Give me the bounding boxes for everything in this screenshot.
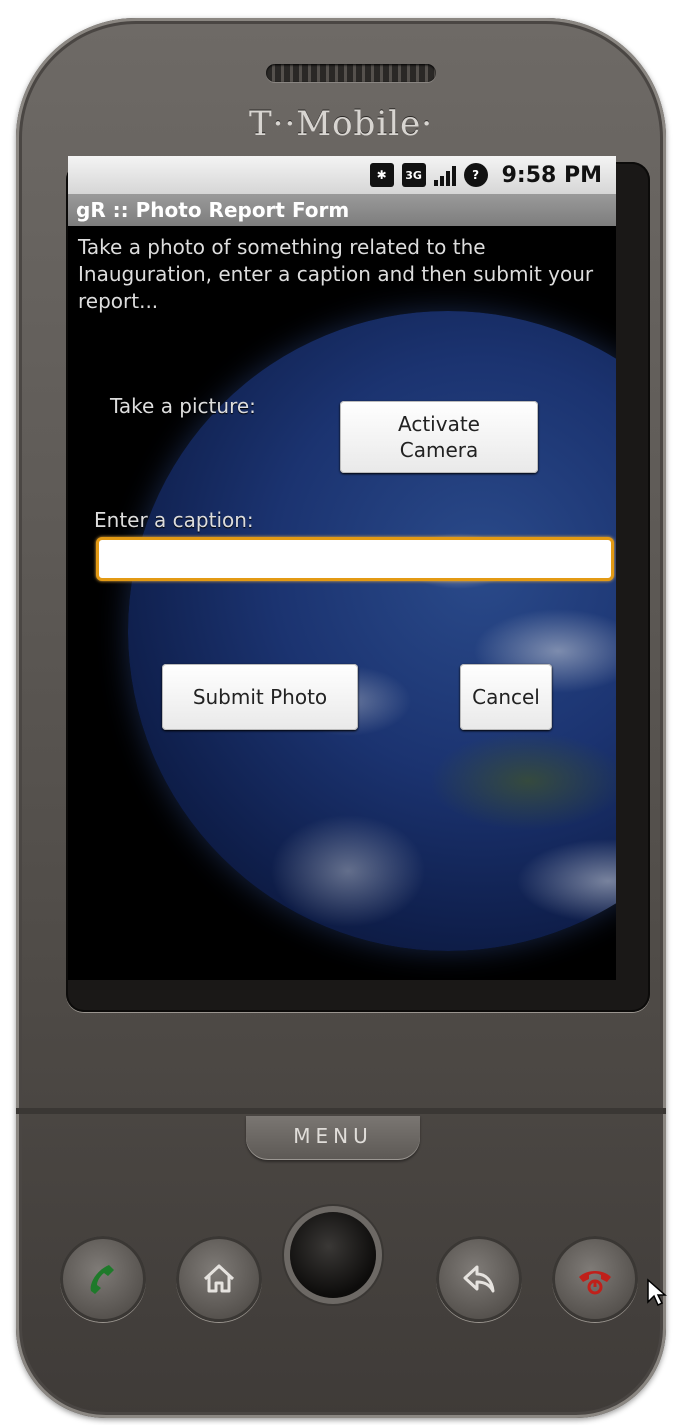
submit-photo-button[interactable]: Submit Photo — [162, 664, 358, 730]
status-clock: 9:58 PM — [501, 162, 602, 188]
menu-button[interactable]: MENU — [246, 1116, 420, 1160]
bluetooth-icon: ✱ — [369, 163, 394, 187]
caption-label: Enter a caption: — [94, 508, 254, 532]
speaker-grille — [266, 64, 436, 82]
home-icon — [203, 1264, 235, 1293]
hinge — [16, 1108, 666, 1114]
take-picture-label: Take a picture: — [110, 394, 256, 418]
caption-input[interactable] — [96, 537, 614, 581]
intro-text: Take a photo of something related to the… — [78, 235, 594, 313]
3g-icon: 3G — [401, 163, 426, 187]
brand-logo: T··Mobile· — [248, 104, 434, 144]
back-button[interactable] — [436, 1236, 522, 1322]
end-call-button[interactable] — [552, 1236, 638, 1322]
trackball[interactable] — [290, 1212, 376, 1298]
phone-call-icon — [90, 1265, 114, 1294]
screen: ✱ 3G ? 9:58 PM gR :: Photo Report Form T… — [68, 156, 616, 980]
status-bar: ✱ 3G ? 9:58 PM — [68, 156, 616, 194]
app-title: gR :: Photo Report Form — [68, 194, 616, 226]
activate-camera-button[interactable]: Activate Camera — [340, 401, 538, 473]
back-arrow-icon — [463, 1265, 495, 1293]
call-button[interactable] — [60, 1236, 146, 1322]
signal-icon — [433, 164, 456, 186]
alert-icon: ? — [463, 163, 488, 187]
mouse-cursor-icon — [647, 1278, 667, 1307]
cancel-button[interactable]: Cancel — [460, 664, 552, 730]
home-button[interactable] — [176, 1236, 262, 1322]
end-call-icon — [579, 1271, 611, 1295]
